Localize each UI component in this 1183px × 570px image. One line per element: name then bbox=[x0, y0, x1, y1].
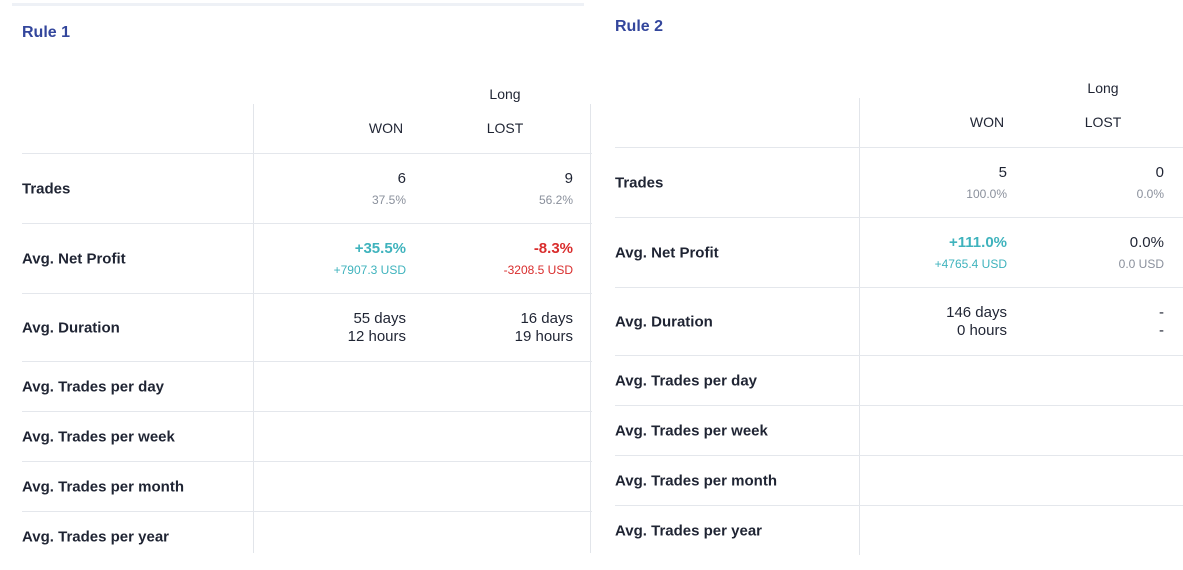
row-divider bbox=[22, 223, 592, 224]
row-label-trades-per-year: Avg. Trades per year bbox=[615, 522, 763, 540]
lost-column-header: LOST bbox=[486, 120, 524, 136]
long-group-header: Long bbox=[489, 86, 521, 102]
header-divider bbox=[615, 147, 1183, 148]
row-label-trades-per-week: Avg. Trades per week bbox=[615, 422, 768, 440]
row-label-trades-per-month: Avg. Trades per month bbox=[615, 472, 777, 490]
profit-lost-usd: -3208.5 USD bbox=[503, 263, 573, 277]
row-divider bbox=[22, 293, 592, 294]
trades-lost-percent: 0.0% bbox=[1136, 187, 1164, 201]
column-divider bbox=[590, 104, 591, 553]
lost-column-header: LOST bbox=[1084, 114, 1122, 130]
trades-lost-count: 9 bbox=[564, 170, 573, 187]
duration-lost-cell: - - bbox=[964, 304, 1164, 340]
row-label-avg-duration: Avg. Duration bbox=[22, 319, 120, 337]
row-divider bbox=[22, 511, 592, 512]
row-label-trades-per-week: Avg. Trades per week bbox=[22, 428, 175, 446]
profit-lost-percent: 0.0% bbox=[1129, 234, 1164, 251]
row-label-trades-per-day: Avg. Trades per day bbox=[615, 372, 758, 390]
duration-lost-hours: 19 hours bbox=[514, 328, 573, 345]
row-divider bbox=[22, 461, 592, 462]
row-divider bbox=[615, 287, 1183, 288]
profit-lost-usd: 0.0 USD bbox=[1118, 257, 1164, 271]
row-divider bbox=[22, 411, 592, 412]
rule-2-panel: Rule 2 Long WON LOST Trades Avg. Net Pro… bbox=[594, 0, 1183, 564]
row-divider bbox=[615, 405, 1183, 406]
row-divider bbox=[22, 361, 592, 362]
rule-title: Rule 2 bbox=[615, 18, 664, 35]
row-label-trades: Trades bbox=[22, 180, 71, 198]
row-label-trades-per-year: Avg. Trades per year bbox=[22, 528, 170, 546]
trades-lost-cell: 0 0.0% bbox=[964, 164, 1164, 203]
trades-lost-count: 0 bbox=[1155, 164, 1164, 181]
row-divider bbox=[615, 217, 1183, 218]
row-label-avg-net-profit: Avg. Net Profit bbox=[22, 250, 126, 268]
header-divider bbox=[22, 153, 592, 154]
row-label-trades: Trades bbox=[615, 174, 664, 192]
won-column-header: WON bbox=[969, 114, 1005, 130]
row-label-trades-per-month: Avg. Trades per month bbox=[22, 478, 184, 496]
profit-lost-cell: 0.0% 0.0 USD bbox=[964, 234, 1164, 273]
won-column-header: WON bbox=[368, 120, 404, 136]
profit-lost-cell: -8.3% -3208.5 USD bbox=[373, 240, 573, 279]
rule-1-panel: Rule 1 Long WON LOST Trades Avg. Net Pro… bbox=[0, 0, 592, 570]
row-label-avg-duration: Avg. Duration bbox=[615, 313, 713, 331]
row-divider bbox=[615, 505, 1183, 506]
profit-lost-percent: -8.3% bbox=[533, 240, 573, 257]
duration-lost-days: - bbox=[1159, 304, 1164, 321]
row-divider bbox=[615, 355, 1183, 356]
long-group-header: Long bbox=[1087, 80, 1119, 96]
row-label-trades-per-day: Avg. Trades per day bbox=[22, 378, 165, 396]
duration-lost-cell: 16 days 19 hours bbox=[373, 310, 573, 346]
trades-lost-percent: 56.2% bbox=[538, 193, 573, 207]
rule-title: Rule 1 bbox=[22, 24, 71, 41]
trades-lost-cell: 9 56.2% bbox=[373, 170, 573, 209]
duration-lost-hours: - bbox=[1159, 322, 1164, 339]
row-divider bbox=[615, 455, 1183, 456]
duration-lost-days: 16 days bbox=[520, 310, 573, 327]
row-label-avg-net-profit: Avg. Net Profit bbox=[615, 244, 719, 262]
panel-top-border bbox=[12, 3, 584, 6]
